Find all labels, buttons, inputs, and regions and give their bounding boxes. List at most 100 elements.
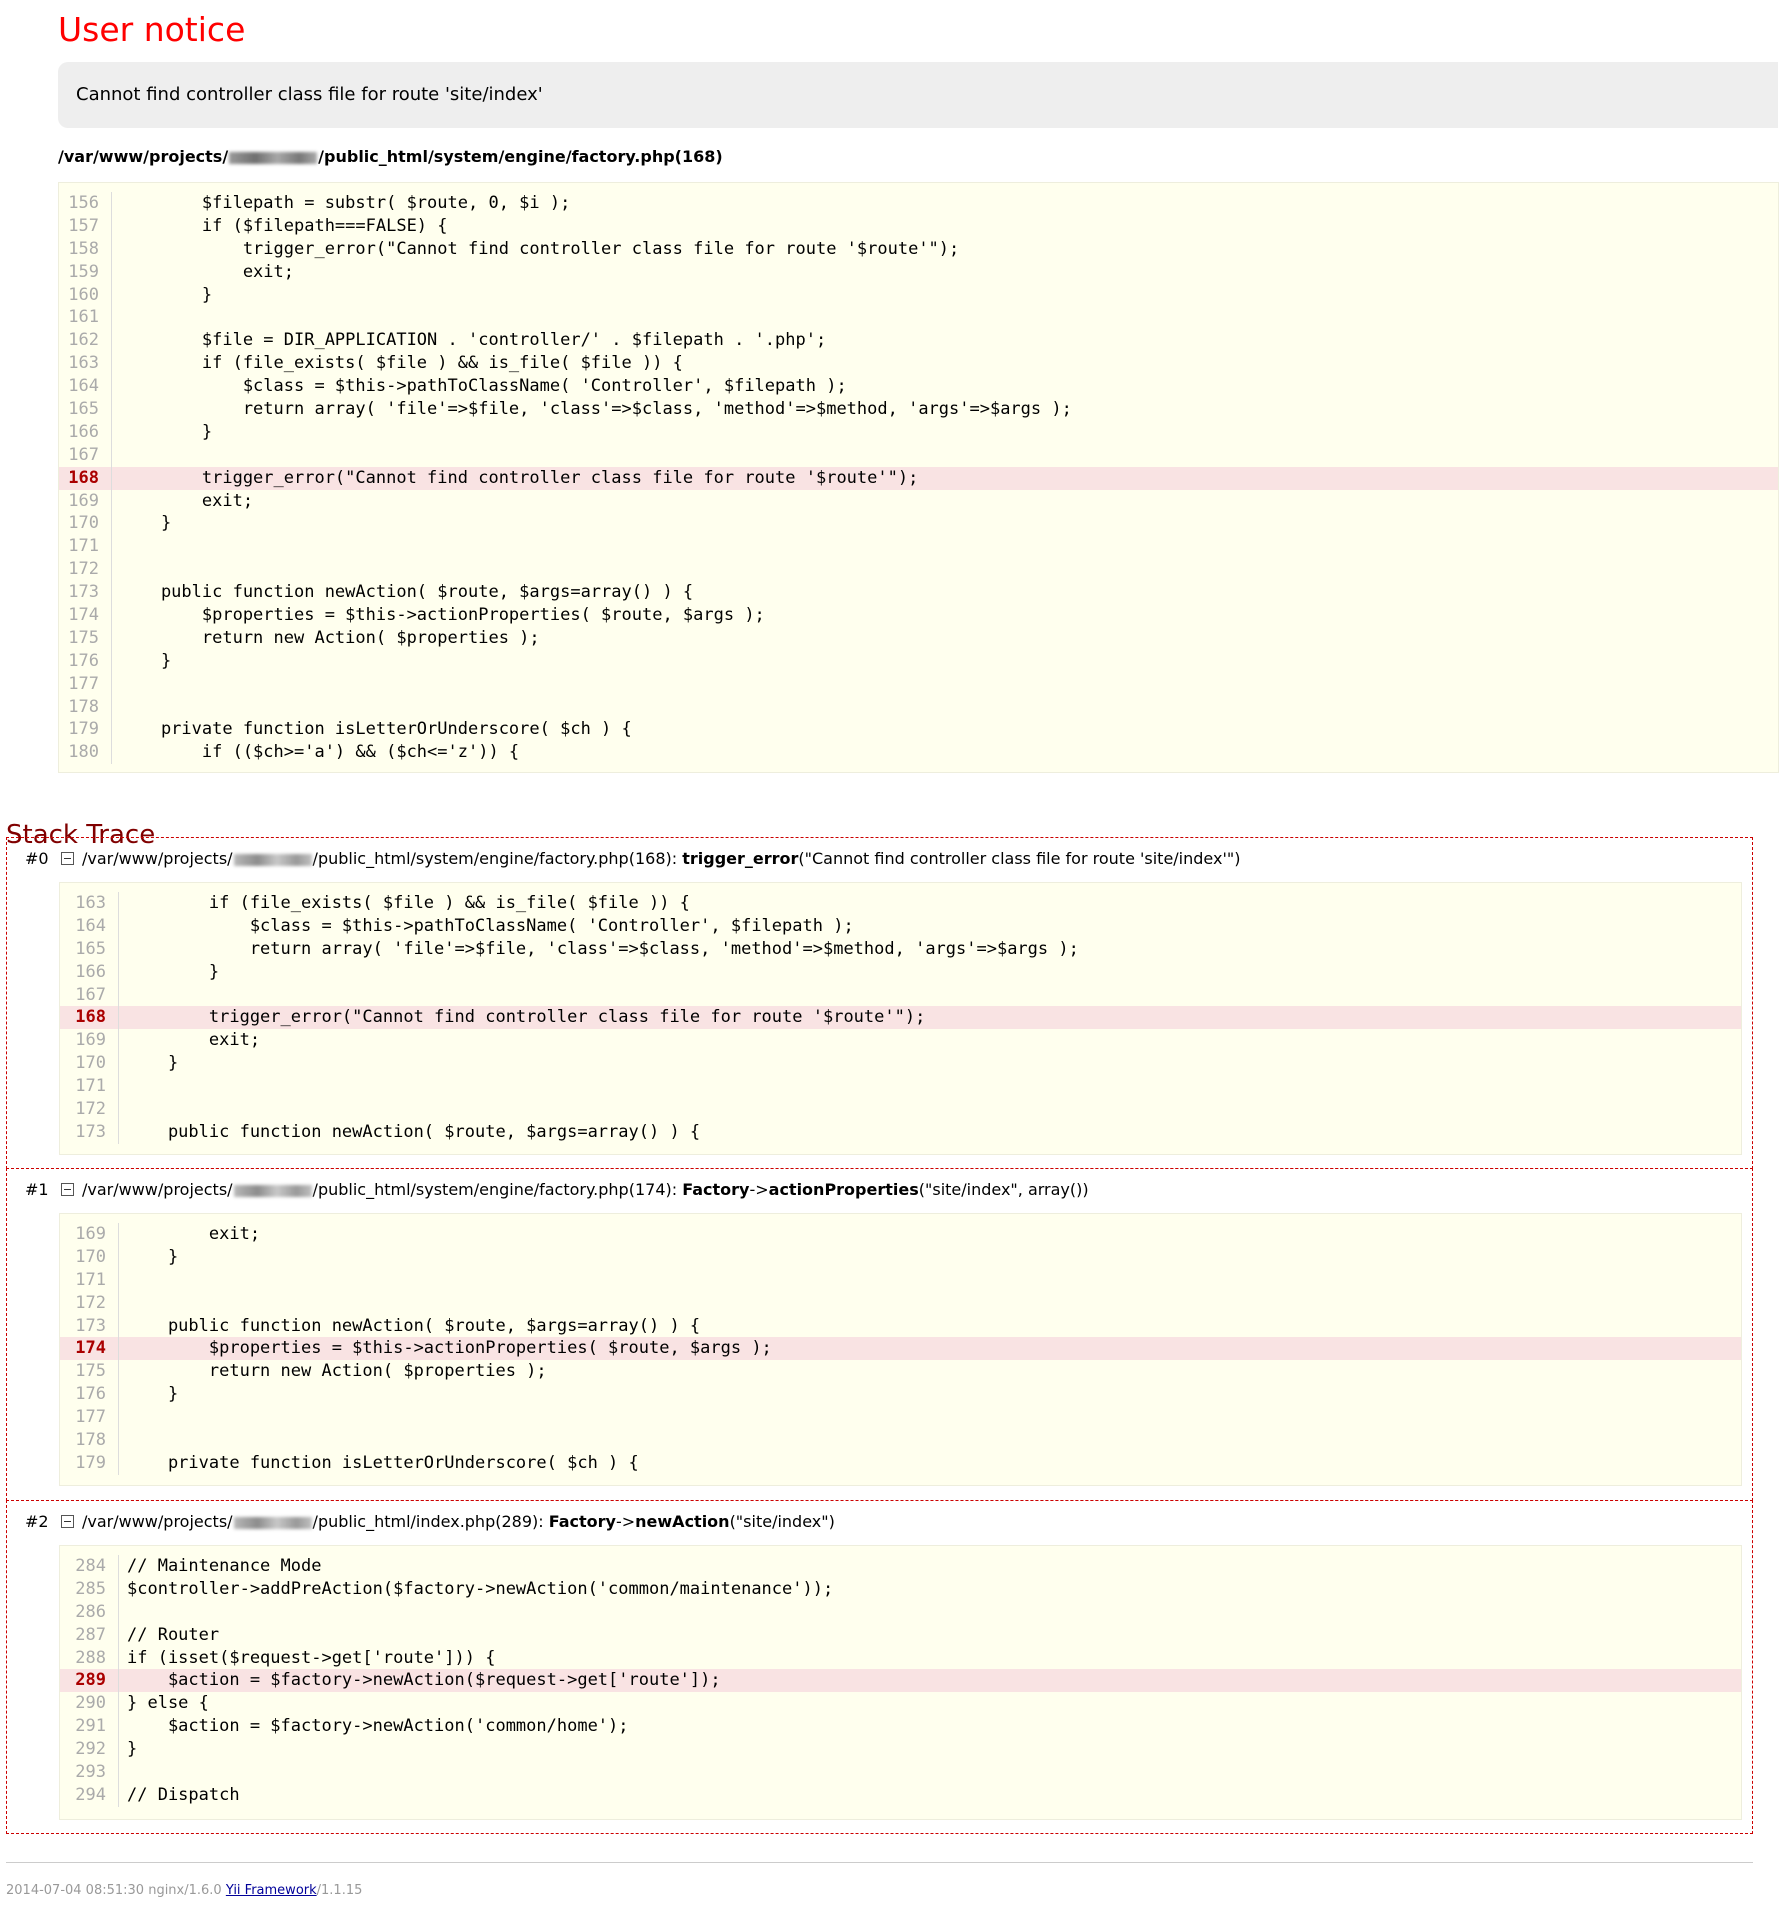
code-line: 165 return array( 'file'=>$file, 'class'… — [59, 398, 1778, 421]
code-text: return new Action( $properties ); — [127, 1361, 547, 1382]
code-line: 292} — [60, 1738, 1741, 1762]
line-number: 292 — [60, 1738, 119, 1762]
code-text: private function isLetterOrUnderscore( $… — [127, 1452, 639, 1473]
code-text: if (($ch>='a') && ($ch<='z')) { — [120, 742, 520, 763]
code-line: 175 return new Action( $properties ); — [59, 626, 1778, 650]
code-text: return new Action( $properties ); — [120, 627, 540, 648]
line-number: 178 — [60, 1429, 119, 1452]
code-line: 166 } — [59, 420, 1778, 444]
line-number: 285 — [60, 1577, 119, 1601]
error-message: Cannot find controller class file for ro… — [58, 62, 1778, 128]
footer-divider — [6, 1862, 1753, 1863]
frame-number: #1 — [25, 1180, 49, 1199]
line-number: 170 — [59, 512, 112, 536]
code-text: } — [127, 961, 220, 982]
line-number: 171 — [60, 1268, 119, 1292]
code-text: public function newAction( $route, $args… — [120, 582, 694, 603]
frame-arrow: -> — [749, 1180, 769, 1199]
line-number: 172 — [60, 1098, 119, 1121]
code-line: 175 return new Action( $properties ); — [60, 1360, 1741, 1384]
line-number: 293 — [60, 1761, 119, 1784]
error-page: User notice Cannot find controller class… — [0, 0, 1779, 1908]
code-text: if (isset($request->get['route'])) { — [127, 1647, 496, 1668]
collapse-toggle-icon[interactable] — [61, 1515, 74, 1528]
collapse-toggle-icon[interactable] — [61, 852, 74, 865]
code-line: 173 public function newAction( $route, $… — [59, 581, 1778, 605]
frame-path-prefix: /var/www/projects/ — [82, 1512, 233, 1531]
line-number: 169 — [59, 489, 112, 513]
code-line: 171 — [60, 1075, 1741, 1099]
frame-path-suffix: /public_html/system/engine/factory.php(1… — [312, 1180, 683, 1199]
code-text: trigger_error("Cannot find controller cl… — [120, 467, 919, 488]
line-number: 179 — [59, 718, 112, 742]
frame-code-block: 163 if (file_exists( $file ) && is_file(… — [59, 882, 1742, 1155]
code-line: 177 — [60, 1406, 1741, 1430]
code-line: 156 $filepath = substr( $route, 0, $i ); — [59, 192, 1778, 215]
line-number: 167 — [59, 443, 112, 467]
code-text: } — [120, 284, 213, 305]
line-number: 287 — [60, 1623, 119, 1647]
code-text: // Maintenance Mode — [127, 1556, 322, 1576]
code-text: $action = $factory->newAction('common/ho… — [127, 1716, 629, 1737]
code-line: 285 $controller->addPreAction($factory->n… — [60, 1577, 1741, 1601]
code-text: private function isLetterOrUnderscore( $… — [120, 719, 632, 740]
line-number: 159 — [59, 260, 112, 284]
frame-path-prefix: /var/www/projects/ — [82, 1180, 233, 1199]
line-number: 171 — [59, 535, 112, 559]
line-number: 291 — [60, 1715, 119, 1739]
code-line: 160 } — [59, 283, 1778, 307]
frame-function: actionProperties — [768, 1180, 919, 1199]
code-line: 288 if (isset($request->get['route'])) { — [60, 1646, 1741, 1670]
code-text: $file = DIR_APPLICATION . 'controller/' … — [120, 330, 827, 351]
line-number: 176 — [59, 649, 112, 673]
frame-args: ("site/index", array()) — [918, 1180, 1089, 1199]
code-line: 179 private function isLetterOrUnderscor… — [59, 718, 1778, 742]
code-text: $properties = $this->actionProperties( $… — [127, 1338, 772, 1359]
code-text: $class = $this->pathToClassName( 'Contro… — [127, 915, 854, 936]
line-number: 166 — [59, 420, 112, 444]
code-text: // Dispatch — [127, 1784, 240, 1805]
code-line: 174 $properties = $this->actionPropertie… — [59, 604, 1778, 627]
line-number: 173 — [60, 1120, 119, 1144]
line-number: 170 — [60, 1052, 119, 1076]
framework-link[interactable]: Yii Framework — [226, 1883, 317, 1898]
line-number: 164 — [59, 375, 112, 399]
code-text: } — [127, 1053, 179, 1074]
line-number: 169 — [60, 1223, 119, 1246]
frame-args: ("Cannot find controller class file for … — [798, 849, 1241, 868]
code-line: 178 — [59, 695, 1778, 719]
frame-class: Factory — [548, 1512, 616, 1531]
line-number: 167 — [60, 983, 119, 1007]
collapse-toggle-icon[interactable] — [61, 1183, 74, 1196]
line-number: 174 — [60, 1337, 119, 1361]
line-number: 173 — [59, 581, 112, 605]
code-line: 290} else { — [60, 1692, 1741, 1716]
frame-number: #2 — [25, 1512, 49, 1531]
frame-number: #0 — [25, 849, 49, 868]
code-text: return array( 'file'=>$file, 'class'=>$c… — [120, 399, 1072, 420]
line-number: 157 — [59, 214, 112, 238]
line-number: 166 — [60, 960, 119, 984]
code-text: public function newAction( $route, $args… — [127, 1315, 701, 1336]
code-line-error: 289 $action = $factory->newAction($reque… — [60, 1669, 1741, 1693]
code-line: 170 } — [59, 512, 1778, 536]
code-line: 171 — [60, 1268, 1741, 1292]
line-number: 177 — [60, 1406, 119, 1430]
line-number: 165 — [60, 937, 119, 961]
line-number: 178 — [59, 695, 112, 719]
line-number: 294 — [60, 1783, 119, 1807]
frame-code-block: 169 exit; 170 } 171 172 173 public function … — [59, 1213, 1742, 1486]
redacted-project-name — [229, 151, 318, 164]
code-text: if (file_exists( $file ) && is_file( $fi… — [127, 893, 690, 913]
line-number: 156 — [59, 192, 112, 215]
